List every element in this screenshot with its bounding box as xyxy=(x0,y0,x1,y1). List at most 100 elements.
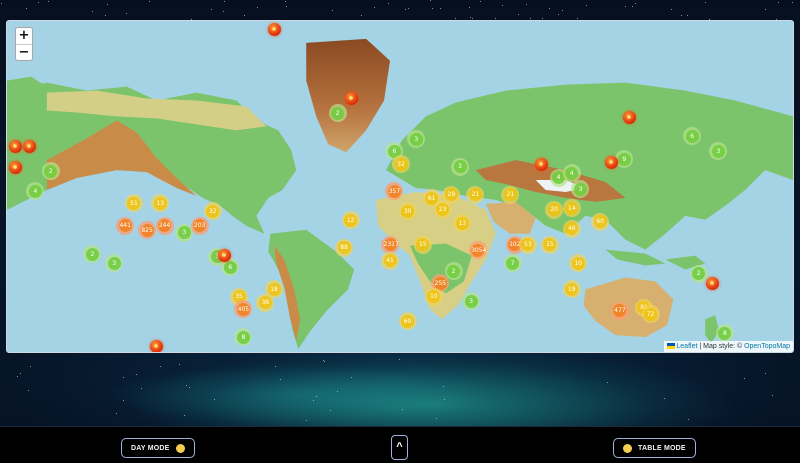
cluster-count: 13 xyxy=(455,216,469,230)
cluster-marker[interactable]: 46 xyxy=(562,219,581,238)
cluster-count: 19 xyxy=(565,282,579,296)
cluster-count: 4 xyxy=(565,166,579,180)
cluster-marker[interactable]: 20 xyxy=(545,200,564,219)
volcano-eruption-icon[interactable] xyxy=(344,92,358,106)
volcano-eruption-icon[interactable] xyxy=(22,139,36,153)
day-mode-label: DAY MODE xyxy=(131,444,170,452)
cluster-count: 8 xyxy=(236,330,250,344)
cluster-marker[interactable]: 60 xyxy=(398,312,417,331)
star xyxy=(25,7,27,9)
star xyxy=(116,413,118,415)
star xyxy=(160,365,162,367)
star xyxy=(331,9,333,11)
cluster-count: 3 xyxy=(464,294,478,308)
cluster-count: 3 xyxy=(107,256,121,270)
star xyxy=(542,18,544,20)
star xyxy=(744,377,746,379)
star xyxy=(29,365,31,367)
star xyxy=(401,408,403,410)
opentopomap-link[interactable]: OpenTopoMap xyxy=(744,343,790,350)
cluster-marker[interactable]: 2 xyxy=(41,162,60,181)
cluster-marker[interactable]: 8 xyxy=(715,324,734,343)
star xyxy=(19,372,21,374)
cluster-marker[interactable]: 60 xyxy=(591,212,610,231)
cluster-marker[interactable]: 10 xyxy=(424,287,443,306)
star xyxy=(634,2,636,4)
volcano-eruption-icon[interactable] xyxy=(605,155,619,169)
cluster-marker[interactable]: 12 xyxy=(341,211,360,230)
cluster-marker[interactable]: 32 xyxy=(203,202,222,221)
star xyxy=(468,7,470,9)
cluster-count: 3054 xyxy=(471,243,486,257)
cluster-marker[interactable]: 3 xyxy=(451,157,470,176)
zoom-in-button[interactable]: + xyxy=(16,28,32,44)
cluster-marker[interactable]: 15 xyxy=(413,235,432,254)
star xyxy=(0,3,2,5)
cluster-count: 46 xyxy=(565,222,579,236)
star xyxy=(284,1,286,3)
cluster-marker[interactable]: 88 xyxy=(335,238,354,257)
cluster-count: 12 xyxy=(344,213,358,227)
cluster-marker[interactable]: 30 xyxy=(398,202,417,221)
cluster-count: 3 xyxy=(573,182,587,196)
cluster-count: 2 xyxy=(447,264,461,278)
cluster-marker[interactable]: 2 xyxy=(328,104,347,123)
star xyxy=(670,8,672,10)
cluster-count: 29 xyxy=(444,188,458,202)
cluster-count: 18 xyxy=(267,282,281,296)
volcano-eruption-icon[interactable] xyxy=(9,160,22,174)
star xyxy=(443,398,445,400)
star xyxy=(442,385,444,387)
star xyxy=(48,0,50,2)
table-mode-label: TABLE MODE xyxy=(638,444,686,452)
star xyxy=(188,386,190,388)
cluster-count: 825 xyxy=(140,223,154,237)
day-mode-button[interactable]: DAY MODE xyxy=(121,438,195,458)
cluster-marker[interactable]: 53 xyxy=(518,235,537,254)
table-mode-dot-icon xyxy=(623,443,632,453)
cluster-marker[interactable]: 477 xyxy=(610,301,629,320)
cluster-marker[interactable]: 2 xyxy=(689,264,708,283)
star xyxy=(107,4,109,6)
world-map[interactable]: + − 2 2 4 3 51 13 32 441 825 244 203 2 3 3 6 35 405 38 18 8… xyxy=(6,20,794,353)
leaflet-link[interactable]: Leaflet xyxy=(676,343,697,350)
star xyxy=(316,395,318,397)
volcano-eruption-icon[interactable] xyxy=(268,23,282,36)
zoom-out-button[interactable]: − xyxy=(16,44,32,60)
star xyxy=(329,410,331,412)
cluster-marker[interactable]: 23 xyxy=(433,200,452,219)
star xyxy=(502,4,504,6)
volcano-eruption-icon[interactable] xyxy=(149,340,163,352)
star xyxy=(38,1,40,3)
cluster-count: 30 xyxy=(401,204,415,218)
star xyxy=(313,399,315,401)
cluster-marker[interactable]: 19 xyxy=(562,280,581,299)
cluster-count: 53 xyxy=(521,238,535,252)
volcano-eruption-icon[interactable] xyxy=(9,139,22,153)
star xyxy=(285,6,287,8)
star xyxy=(361,15,363,17)
cluster-marker[interactable]: 3054 xyxy=(468,241,487,260)
attribution-separator: | Map style: © xyxy=(697,343,745,350)
cluster-marker[interactable]: 41 xyxy=(381,251,400,270)
cluster-marker[interactable]: 72 xyxy=(641,305,660,324)
star xyxy=(323,361,325,363)
cluster-marker[interactable]: 203 xyxy=(190,216,209,235)
cluster-count: 72 xyxy=(644,307,658,321)
table-mode-button[interactable]: TABLE MODE xyxy=(613,438,696,458)
star xyxy=(558,14,560,16)
cluster-count: 8 xyxy=(718,326,732,340)
cluster-marker[interactable]: 15 xyxy=(540,235,559,254)
star xyxy=(792,1,794,3)
cluster-count: 21 xyxy=(468,188,482,202)
star xyxy=(405,8,407,10)
cluster-marker[interactable]: 14 xyxy=(562,199,581,218)
cluster-marker[interactable]: 7 xyxy=(503,254,522,273)
star xyxy=(350,376,352,378)
star xyxy=(105,14,107,16)
scroll-up-button[interactable]: ^ xyxy=(391,435,408,460)
star xyxy=(529,17,531,19)
cluster-marker[interactable]: 244 xyxy=(155,216,174,235)
cluster-marker[interactable]: 441 xyxy=(116,216,135,235)
star xyxy=(387,3,389,5)
